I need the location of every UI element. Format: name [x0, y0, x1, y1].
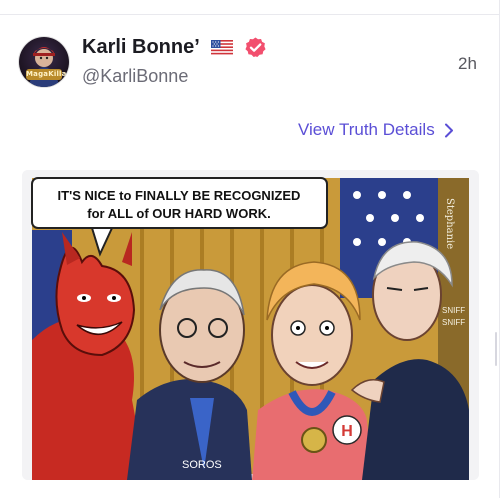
post-timestamp: 2h [458, 54, 477, 73]
view-truth-details-link[interactable]: View Truth Details [298, 120, 454, 140]
verified-badge-icon [245, 37, 266, 57]
soros-label: SOROS [182, 459, 222, 471]
sniff-text-1: SNIFF [442, 306, 465, 315]
avatar-badge-text: MagaKilla [26, 69, 67, 80]
details-link-label: View Truth Details [298, 120, 435, 139]
scrollbar-thumb[interactable] [495, 332, 497, 366]
top-divider [0, 14, 500, 15]
display-name[interactable]: Karli Bonne’ [82, 36, 200, 59]
post-media-image[interactable]: IT'S NICE to FINALLY BE RECOGNIZED for A… [22, 170, 479, 480]
sniff-text-2: SNIFF [442, 318, 465, 327]
user-handle[interactable]: @KarliBonne [82, 66, 188, 87]
us-flag-icon [211, 40, 233, 55]
cartoon-illustration: IT'S NICE to FINALLY BE RECOGNIZED for A… [22, 170, 479, 480]
avatar[interactable]: MagaKilla [19, 37, 69, 87]
chevron-right-icon [444, 123, 453, 137]
speech-bubble-line1: IT'S NICE to FINALLY BE RECOGNIZED [58, 188, 301, 203]
hillary-button-letter: H [341, 423, 353, 440]
speech-bubble-line2: for ALL of OUR HARD WORK. [87, 206, 270, 221]
artist-signature: Stephanie [444, 198, 455, 249]
